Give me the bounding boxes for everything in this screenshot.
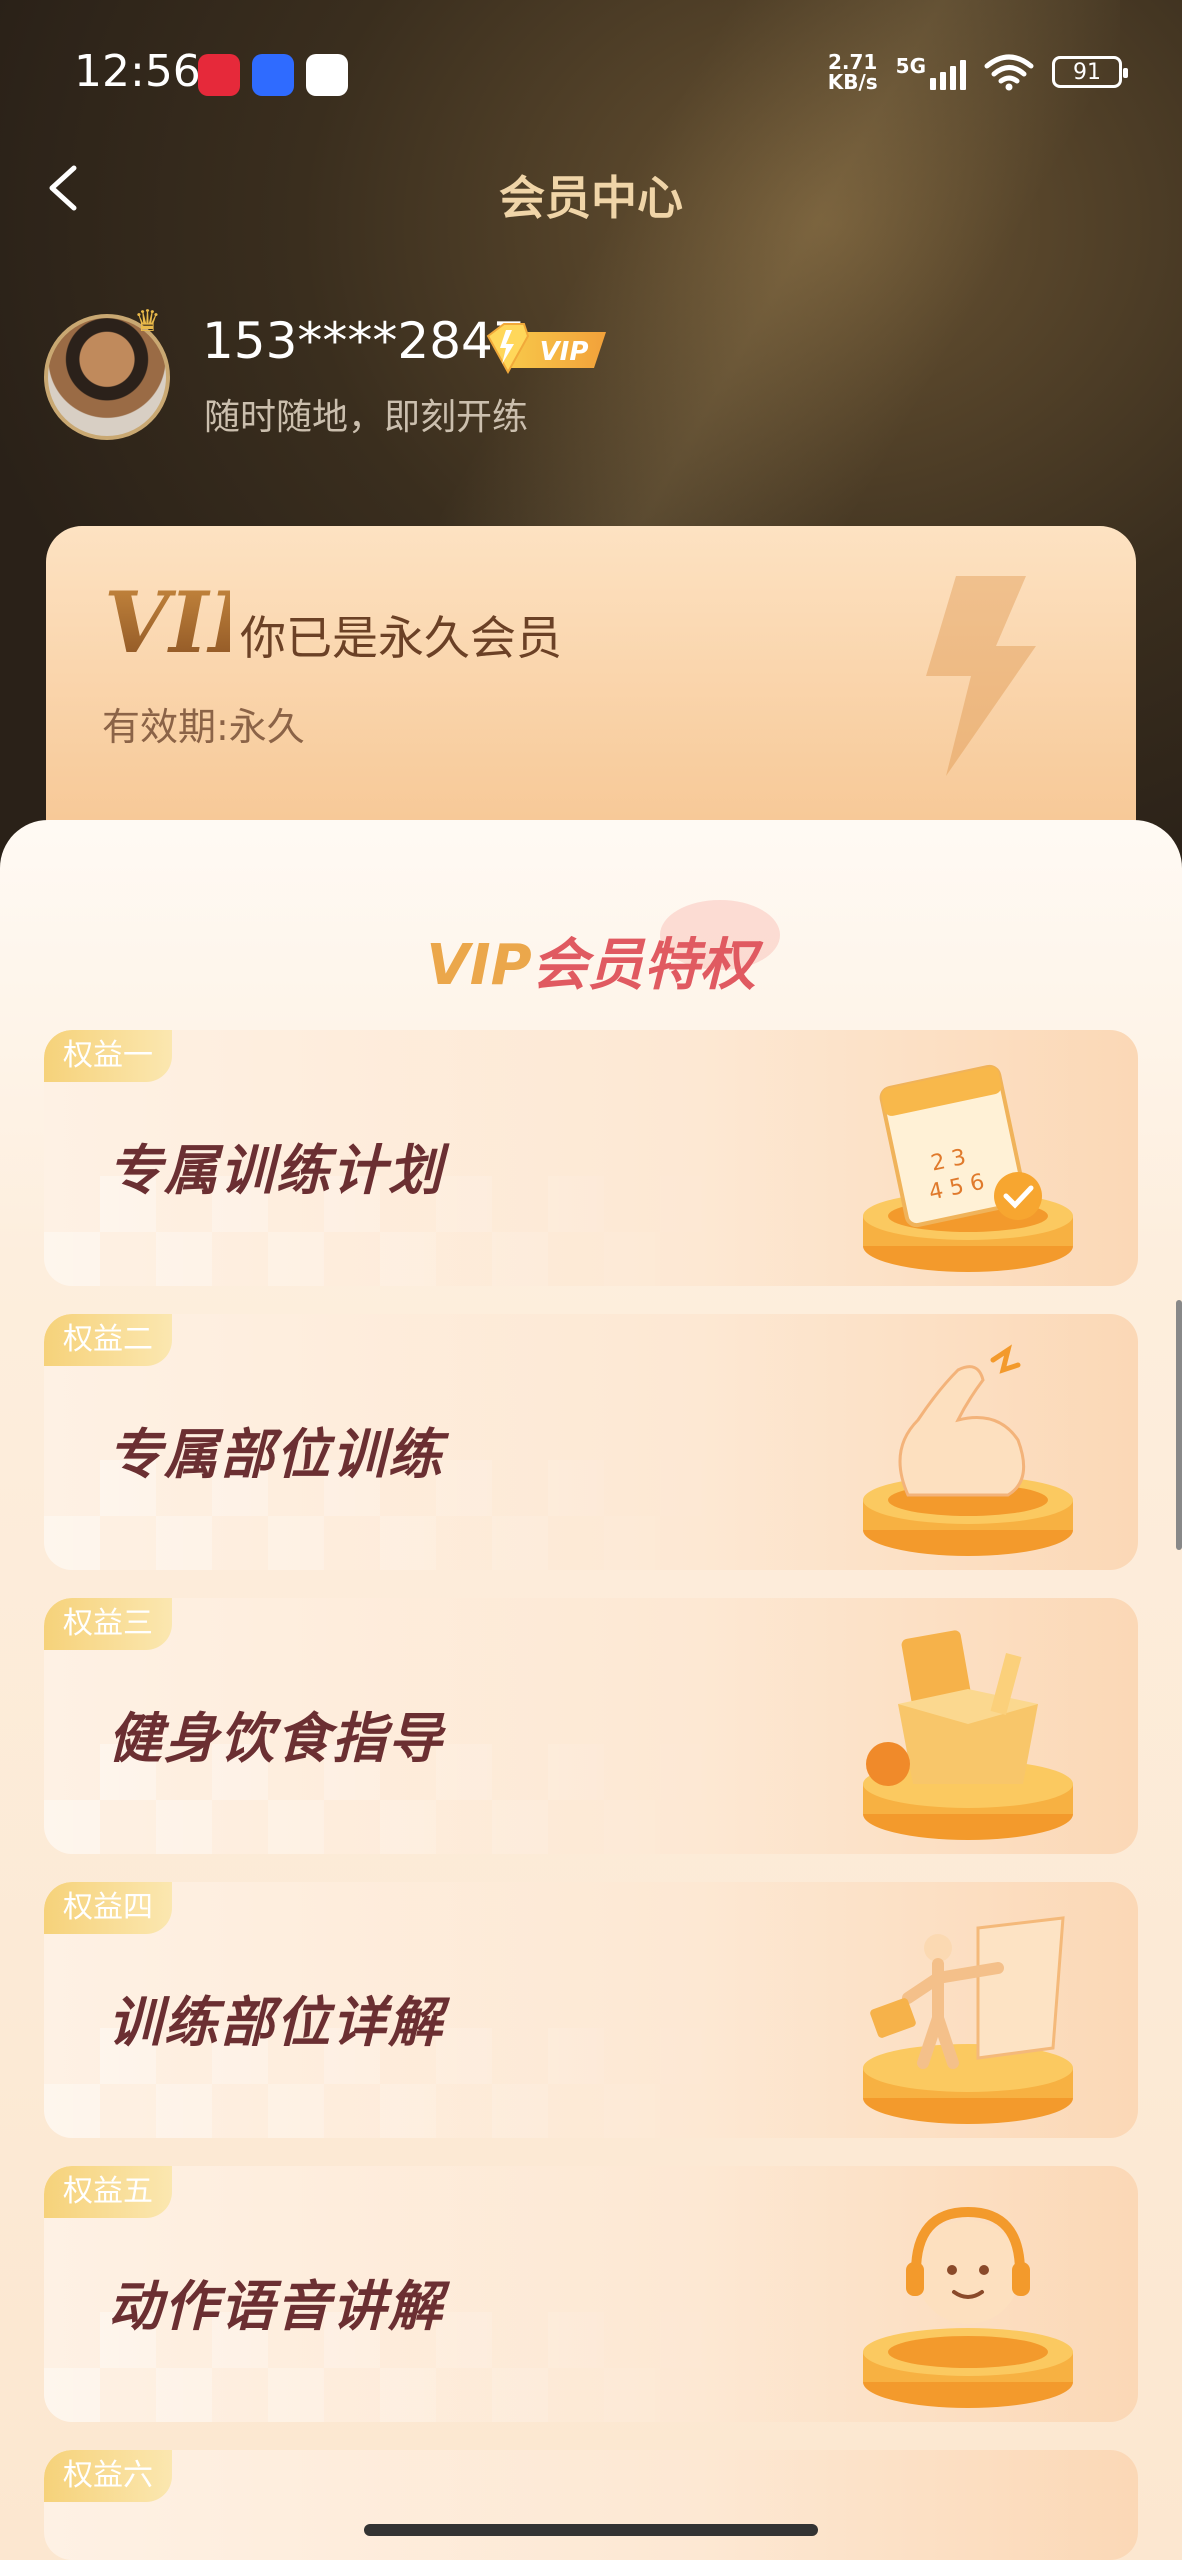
wifi-icon [984,54,1034,91]
vip-expire: 有效期:永久 [102,705,305,749]
food-box-icon [863,1630,1073,1840]
benefit-card-3[interactable]: 权益三 健身饮食指导 [44,1598,1138,1854]
browser-icon [306,54,348,96]
status-right-group: 2.71 KB/s 5G 91 [828,52,1128,92]
privileges-title-vip: VIP [426,933,532,998]
benefit-tag: 权益三 [44,1598,172,1650]
network-type: 5G [895,54,926,78]
battery-level: 91 [1073,59,1101,85]
vip-badge-icon: VIP [486,323,606,374]
vip-title: 你已是永久会员 [240,611,562,665]
benefit-name: 健身饮食指导 [108,1707,444,1770]
nav-bar: 会员中心 [0,140,1182,240]
net-speed-value: 2.71 [828,50,878,74]
status-time: 12:56 [74,46,201,97]
benefit-card-1[interactable]: 权益一 专属训练计划 2 3 4 5 6 [44,1030,1138,1286]
scrollbar[interactable] [1176,1300,1182,1550]
benefit-tag: 权益一 [44,1030,172,1082]
benefit-card-4[interactable]: 权益四 训练部位详解 [44,1882,1138,2138]
privileges-title: VIP会员特权 [0,920,1182,1001]
vip-status-card: VIP 你已是永久会员 有效期:永久 [46,526,1136,866]
home-indicator[interactable] [364,2524,818,2536]
lightning-icon [926,576,1036,776]
muscle-arm-icon [863,1344,1073,1556]
status-bar: 12:56 2.71 KB/s 5G 91 [0,0,1182,140]
headset-voice-icon [863,2206,1073,2408]
vip-logo: VIP [104,574,230,664]
benefit-card-5[interactable]: 权益五 动作语音讲解 [44,2166,1138,2422]
net-speed: 2.71 KB/s [828,52,878,92]
benefit-name: 动作语音讲解 [108,2275,444,2338]
benefit-name: 训练部位详解 [108,1991,444,2054]
page-title: 会员中心 [499,171,683,225]
signal-icon [930,54,966,90]
blue-chat-icon [252,54,294,96]
benefit-tag: 权益六 [44,2450,172,2502]
user-phone: 153****2847 [202,312,525,370]
benefit-name: 专属部位训练 [108,1423,444,1486]
benefit-card-2[interactable]: 权益二 专属部位训练 [44,1314,1138,1570]
benefit-tag: 权益五 [44,2166,172,2218]
crown-icon: ♛ [134,304,161,339]
body-detail-icon [863,1916,1073,2124]
calendar-icon: 2 3 4 5 6 [863,1064,1073,1272]
battery-icon: 91 [1052,56,1128,88]
xiaohongshu-icon [198,54,240,96]
profile-section: ♛ 153****2847 VIP 随时随地，即刻开练 [44,304,1144,442]
vip-logo-text: VIP [104,574,230,664]
net-speed-unit: KB/s [827,70,878,94]
profile-slogan: 随时随地，即刻开练 [204,397,529,438]
benefit-name: 专属训练计划 [108,1139,444,1202]
vip-badge-text: VIP [540,337,589,367]
privileges-title-rest: 会员特权 [531,933,756,998]
benefit-tag: 权益二 [44,1314,172,1366]
benefit-tag: 权益四 [44,1882,172,1934]
benefit-card-6[interactable]: 权益六 [44,2450,1138,2560]
